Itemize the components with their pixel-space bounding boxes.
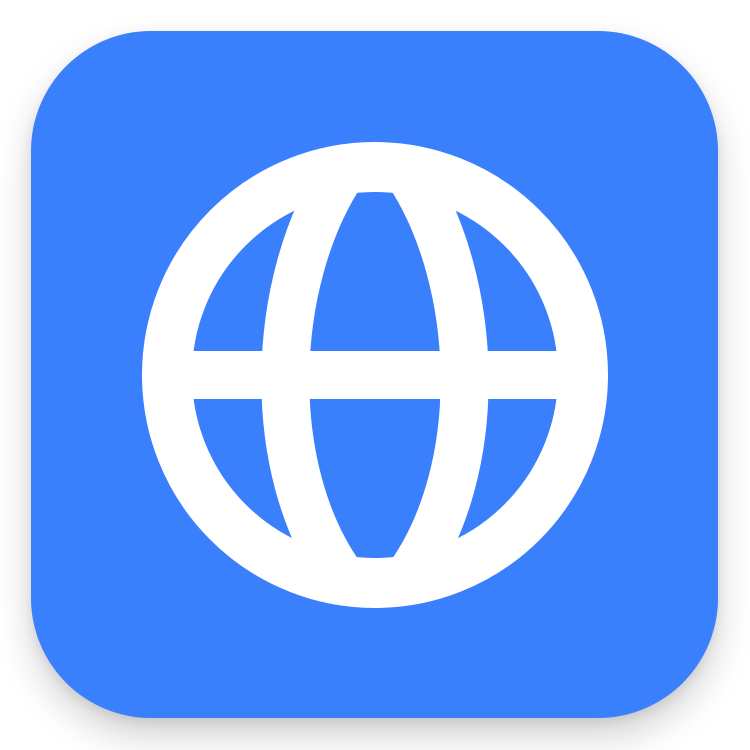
app-icon-tile[interactable] xyxy=(31,31,718,718)
icon-canvas xyxy=(0,0,750,750)
globe-icon xyxy=(142,142,608,608)
